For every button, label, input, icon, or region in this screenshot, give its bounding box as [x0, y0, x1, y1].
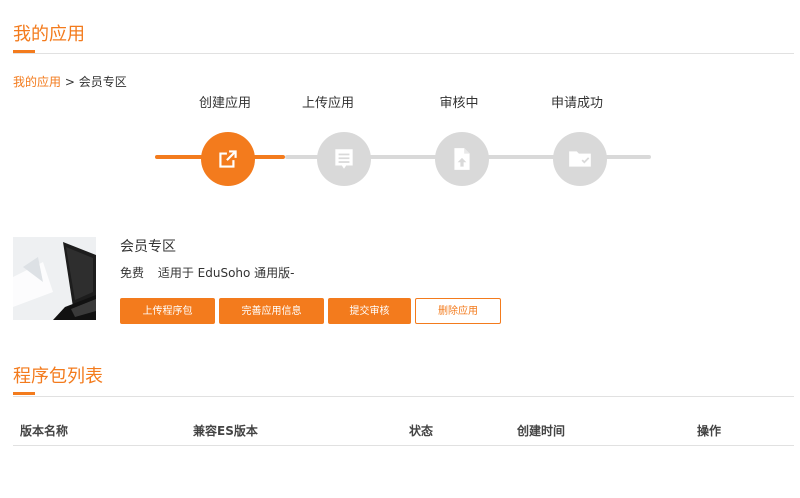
app-price: 免费 — [120, 266, 145, 280]
complete-app-info-button[interactable]: 完善应用信息 — [219, 298, 324, 324]
breadcrumb-my-apps-link[interactable]: 我的应用 — [13, 75, 61, 89]
package-list-divider — [13, 396, 794, 397]
page-title: 我的应用 — [13, 24, 85, 45]
package-list-underline — [13, 392, 35, 395]
table-header-divider — [13, 445, 794, 446]
folder-check-icon — [569, 151, 591, 167]
file-upload-icon — [454, 148, 470, 170]
app-compat: 适用于 EduSoho 通用版- — [157, 266, 295, 280]
external-link-icon — [219, 150, 237, 168]
header-divider — [13, 53, 794, 54]
package-list-title: 程序包列表 — [13, 366, 103, 387]
document-comment-icon — [335, 149, 353, 169]
breadcrumb-current: 会员专区 — [78, 75, 127, 89]
column-header-status: 状态 — [409, 424, 434, 438]
breadcrumb-separator: > — [64, 75, 75, 89]
column-header-actions: 操作 — [697, 424, 722, 438]
app-meta: 免费 适用于 EduSoho 通用版- — [120, 264, 305, 281]
submit-review-button[interactable]: 提交审核 — [328, 298, 411, 324]
step-create-circle — [201, 132, 255, 186]
step-upload-circle — [317, 132, 371, 186]
breadcrumb: 我的应用 > 会员专区 — [13, 73, 127, 90]
upload-package-button[interactable]: 上传程序包 — [120, 298, 215, 324]
delete-app-button[interactable]: 删除应用 — [415, 298, 501, 324]
app-thumbnail — [13, 237, 96, 320]
laptop-image — [13, 237, 96, 320]
column-header-created-time: 创建时间 — [517, 424, 566, 438]
step-label-create: 创建应用 — [198, 96, 251, 111]
step-label-upload: 上传应用 — [301, 96, 354, 111]
step-label-review: 审核中 — [439, 96, 479, 111]
app-name: 会员专区 — [120, 239, 176, 255]
column-header-version-name: 版本名称 — [20, 424, 69, 438]
step-success-circle — [553, 132, 607, 186]
step-review-circle — [435, 132, 489, 186]
step-label-success: 申请成功 — [550, 96, 603, 111]
column-header-es-version: 兼容ES版本 — [193, 424, 258, 438]
